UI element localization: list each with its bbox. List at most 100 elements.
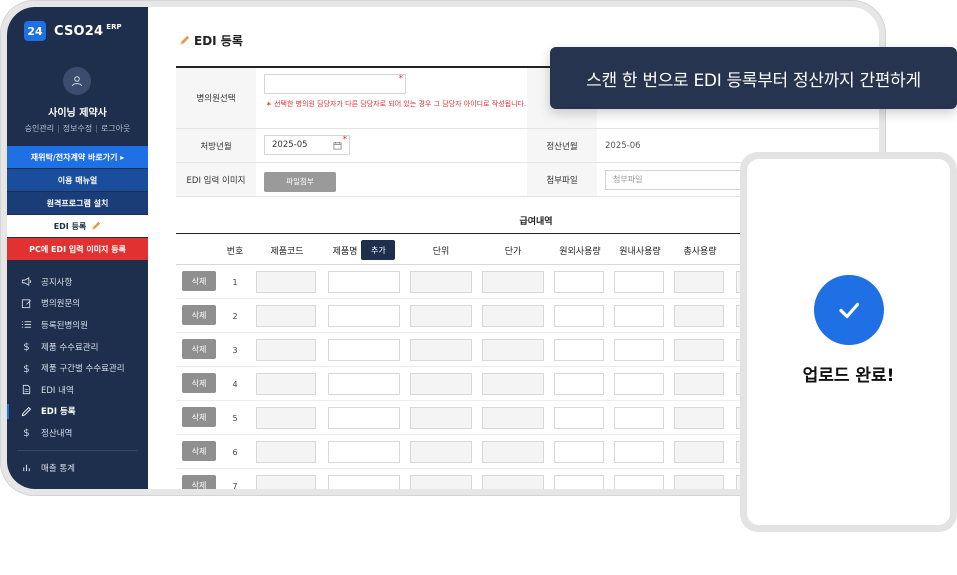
unit-price-input[interactable]: [482, 407, 544, 429]
delete-row-button[interactable]: 삭제: [182, 441, 216, 461]
hospital-label: 병의원선택: [176, 68, 256, 128]
calendar-icon: [333, 141, 342, 150]
sidebar-item-label: 등록된병의원: [41, 320, 88, 331]
promo-tooltip: 스캔 한 번으로 EDI 등록부터 정산까지 간편하게: [550, 47, 957, 109]
sidebar-item-registered-hospitals[interactable]: 등록된병의원: [7, 314, 148, 336]
outpatient-qty-input[interactable]: [554, 271, 604, 293]
unit-input[interactable]: [410, 441, 472, 463]
inpatient-qty-input[interactable]: [614, 373, 664, 395]
product-code-input[interactable]: [256, 441, 316, 463]
inpatient-qty-input[interactable]: [614, 339, 664, 361]
total-qty-input[interactable]: [674, 305, 724, 327]
product-code-input[interactable]: [256, 271, 316, 293]
product-code-input[interactable]: [256, 407, 316, 429]
inpatient-qty-input[interactable]: [614, 475, 664, 489]
inpatient-qty-input[interactable]: [614, 271, 664, 293]
col-product-name: 제품명: [332, 246, 358, 257]
sidebar-item-edi-register[interactable]: EDI 등록: [7, 401, 148, 423]
product-code-input[interactable]: [256, 475, 316, 489]
product-name-input[interactable]: [328, 339, 400, 361]
delete-row-button[interactable]: 삭제: [182, 373, 216, 393]
inpatient-qty-input[interactable]: [614, 441, 664, 463]
unit-price-input[interactable]: [482, 271, 544, 293]
quick-link-edi-register-label: EDI 등록: [53, 221, 87, 231]
total-qty-input[interactable]: [674, 271, 724, 293]
unit-input[interactable]: [410, 305, 472, 327]
user-link-logout[interactable]: 로그아웃: [101, 124, 130, 133]
sidebar-item-notice[interactable]: 공지사항: [7, 271, 148, 293]
outpatient-qty-input[interactable]: [554, 407, 604, 429]
unit-input[interactable]: [410, 339, 472, 361]
page-title: EDI 등록: [178, 32, 243, 49]
total-qty-input[interactable]: [674, 407, 724, 429]
edi-image-attach-button[interactable]: 파일첨부: [264, 171, 336, 192]
col-inpatient-qty: 원내사용량: [619, 246, 661, 257]
col-product-code: 제품코드: [270, 246, 304, 257]
sidebar-menu: 공지사항 병의원문의 등록된병의원 $ 제품 수수료관리 $ 제품 구간별 수수…: [7, 271, 148, 478]
product-name-input[interactable]: [328, 271, 400, 293]
sidebar-item-product-fee[interactable]: $ 제품 수수료관리: [7, 336, 148, 358]
sidebar-item-sales-stats[interactable]: 매출 통계: [7, 457, 148, 479]
check-circle: [814, 275, 884, 345]
prescription-month-input[interactable]: 2025-05 *: [264, 135, 350, 155]
unit-input[interactable]: [410, 475, 472, 489]
unit-price-input[interactable]: [482, 441, 544, 463]
edit-note-icon: [21, 299, 31, 308]
sidebar-item-settlement[interactable]: $ 정산내역: [7, 422, 148, 444]
delete-row-button[interactable]: 삭제: [182, 475, 216, 489]
inpatient-qty-input[interactable]: [614, 305, 664, 327]
unit-input[interactable]: [410, 373, 472, 395]
avatar[interactable]: [63, 67, 91, 95]
logo[interactable]: 24 CSO24 ERP: [24, 21, 122, 41]
sidebar-item-label: 제품 수수료관리: [41, 342, 99, 353]
logo-sup: ERP: [106, 23, 122, 31]
inpatient-qty-input[interactable]: [614, 407, 664, 429]
unit-price-input[interactable]: [482, 475, 544, 489]
product-name-input[interactable]: [328, 407, 400, 429]
outpatient-qty-input[interactable]: [554, 305, 604, 327]
delete-row-button[interactable]: 삭제: [182, 339, 216, 359]
quick-link-contract[interactable]: 재위탁/전자계약 바로가기 ▸: [7, 146, 148, 168]
user-link-approval[interactable]: 승인관리: [25, 124, 54, 133]
product-code-input[interactable]: [256, 305, 316, 327]
user-link-edit-info[interactable]: 정보수정: [63, 124, 92, 133]
attachment-input[interactable]: 첨부파일: [605, 169, 755, 190]
prescription-label: 처방년월: [176, 129, 256, 162]
sidebar-item-edi-history[interactable]: EDI 내역: [7, 379, 148, 401]
product-name-input[interactable]: [328, 305, 400, 327]
outpatient-qty-input[interactable]: [554, 339, 604, 361]
product-name-input[interactable]: [328, 373, 400, 395]
product-name-input[interactable]: [328, 475, 400, 489]
quick-link-manual[interactable]: 이용 매뉴얼: [7, 169, 148, 191]
unit-price-input[interactable]: [482, 305, 544, 327]
product-code-input[interactable]: [256, 373, 316, 395]
product-code-input[interactable]: [256, 339, 316, 361]
col-unit-price: 단가: [504, 246, 522, 257]
sidebar-item-product-tier-fee[interactable]: $ 제품 구간별 수수료관리: [7, 357, 148, 379]
row-number: 1: [232, 277, 238, 287]
total-qty-input[interactable]: [674, 475, 724, 489]
quick-link-remote-install[interactable]: 원격프로그램 설치: [7, 192, 148, 214]
delete-row-button[interactable]: 삭제: [182, 305, 216, 325]
product-name-input[interactable]: [328, 441, 400, 463]
quick-link-pc-edi-image[interactable]: PC에 EDI 입력 이미지 등록: [7, 238, 148, 260]
unit-input[interactable]: [410, 271, 472, 293]
total-qty-input[interactable]: [674, 441, 724, 463]
dollar-icon: $: [23, 364, 29, 374]
hospital-select[interactable]: *: [264, 74, 406, 94]
row-number: 7: [232, 481, 238, 490]
sidebar-item-hospital-inquiry[interactable]: 병의원문의: [7, 293, 148, 315]
svg-text:$: $: [23, 342, 29, 352]
unit-input[interactable]: [410, 407, 472, 429]
outpatient-qty-input[interactable]: [554, 441, 604, 463]
delete-row-button[interactable]: 삭제: [182, 407, 216, 427]
add-row-button[interactable]: 추가: [361, 240, 396, 260]
delete-row-button[interactable]: 삭제: [182, 271, 216, 291]
unit-price-input[interactable]: [482, 339, 544, 361]
total-qty-input[interactable]: [674, 339, 724, 361]
outpatient-qty-input[interactable]: [554, 373, 604, 395]
unit-price-input[interactable]: [482, 373, 544, 395]
outpatient-qty-input[interactable]: [554, 475, 604, 489]
quick-link-edi-register[interactable]: EDI 등록: [7, 215, 148, 237]
total-qty-input[interactable]: [674, 373, 724, 395]
